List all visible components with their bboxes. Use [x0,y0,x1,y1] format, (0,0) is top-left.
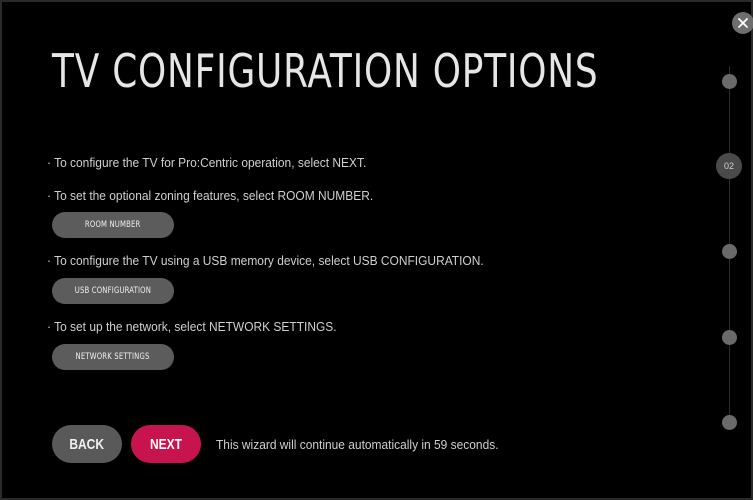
page-title: TV CONFIGURATION OPTIONS [52,44,599,98]
back-button[interactable]: BACK [52,425,122,463]
step-indicator-3 [722,244,737,259]
room-number-button[interactable]: ROOM NUMBER [52,212,174,238]
next-button[interactable]: NEXT [131,425,201,463]
step-indicator-current: 02 [716,153,742,179]
step-indicator-4 [722,330,737,345]
network-settings-button-label: NETWORK SETTINGS [75,352,150,362]
step-indicator-1 [722,74,737,89]
next-button-label: NEXT [149,435,182,453]
instruction-network-settings: · To set up the network, select NETWORK … [47,319,337,334]
back-button-label: BACK [69,435,105,453]
auto-continue-message: This wizard will continue automatically … [216,437,499,452]
close-button[interactable] [732,12,753,34]
room-number-button-label: ROOM NUMBER [85,220,141,230]
close-icon [738,18,748,28]
wizard-screen: TV CONFIGURATION OPTIONS · To configure … [0,0,753,500]
instruction-next: · To configure the TV for Pro:Centric op… [47,155,367,170]
usb-configuration-button[interactable]: USB CONFIGURATION [52,278,174,304]
network-settings-button[interactable]: NETWORK SETTINGS [52,344,174,370]
usb-configuration-button-label: USB CONFIGURATION [74,286,152,296]
instruction-usb-configuration: · To configure the TV using a USB memory… [47,253,484,268]
step-indicator-5 [722,415,737,430]
instruction-room-number: · To set the optional zoning features, s… [47,188,374,203]
